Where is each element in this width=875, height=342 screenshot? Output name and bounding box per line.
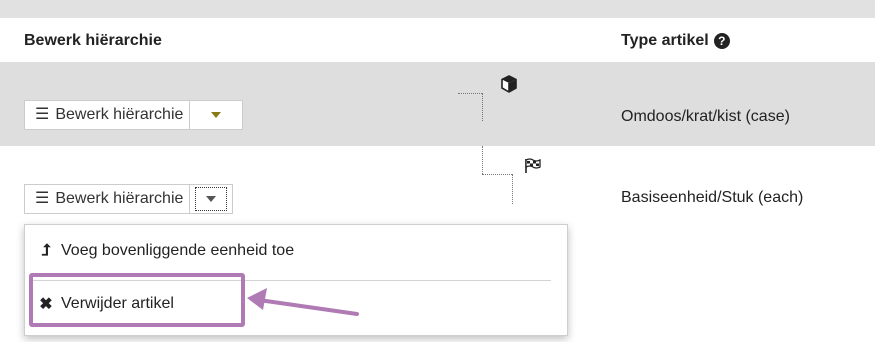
edit-hierarchy-dropdown-toggle[interactable]	[190, 185, 232, 213]
edit-hierarchy-label: Bewerk hiërarchie	[55, 190, 184, 207]
table-row: ☰ Bewerk hiërarchie Omdoos/krat/kist (ca…	[0, 62, 875, 146]
list-icon: ☰	[35, 106, 50, 123]
tree-connector-vertical	[512, 174, 513, 204]
tree-connector-horizontal	[458, 93, 482, 94]
edit-hierarchy-split-button: ☰ Bewerk hiërarchie	[24, 100, 244, 130]
item-type: Basiseenheid/Stuk (each)	[621, 189, 804, 206]
item-type: Omdoos/krat/kist (case)	[621, 108, 790, 125]
edit-hierarchy-dropdown-toggle[interactable]	[190, 101, 242, 129]
caret-down-icon	[211, 112, 222, 118]
question-circle-icon[interactable]: ?	[713, 33, 730, 49]
edit-hierarchy-label: Bewerk hiërarchie	[55, 106, 184, 123]
menu-item-label: Voeg bovenliggende eenheid toe	[61, 242, 295, 259]
edit-hierarchy-split-button: ☰ Bewerk hiërarchie	[24, 184, 234, 214]
level-up-icon: ⮥	[41, 242, 51, 259]
annotation-arrow-icon	[247, 288, 359, 316]
tree-connector-horizontal	[482, 174, 512, 175]
table-row: ☰ Bewerk hiërarchie Basiseenheid/Stuk (e…	[0, 146, 875, 224]
tree-connector-vertical-top	[482, 146, 483, 174]
column-header-hierarchy: Bewerk hiërarchie	[24, 32, 162, 49]
highlight-annotation-box	[29, 273, 245, 327]
edit-hierarchy-button[interactable]: ☰ Bewerk hiërarchie	[25, 101, 191, 129]
top-bar	[0, 0, 875, 18]
edit-hierarchy-button[interactable]: ☰ Bewerk hiërarchie	[25, 185, 191, 213]
list-icon: ☰	[35, 190, 50, 207]
tree-connector-vertical	[482, 93, 483, 121]
flag-icon	[525, 158, 541, 173]
cube-icon	[501, 75, 517, 93]
caret-down-icon	[206, 196, 217, 202]
column-header-type: Type artikel ?	[621, 32, 730, 50]
column-header-type-label: Type artikel	[621, 32, 709, 49]
focus-outline	[195, 187, 228, 211]
menu-item-add-parent-unit[interactable]: ⮥ Voeg bovenliggende eenheid toe	[25, 239, 567, 263]
table-header: Bewerk hiërarchie Type artikel ?	[0, 18, 875, 62]
